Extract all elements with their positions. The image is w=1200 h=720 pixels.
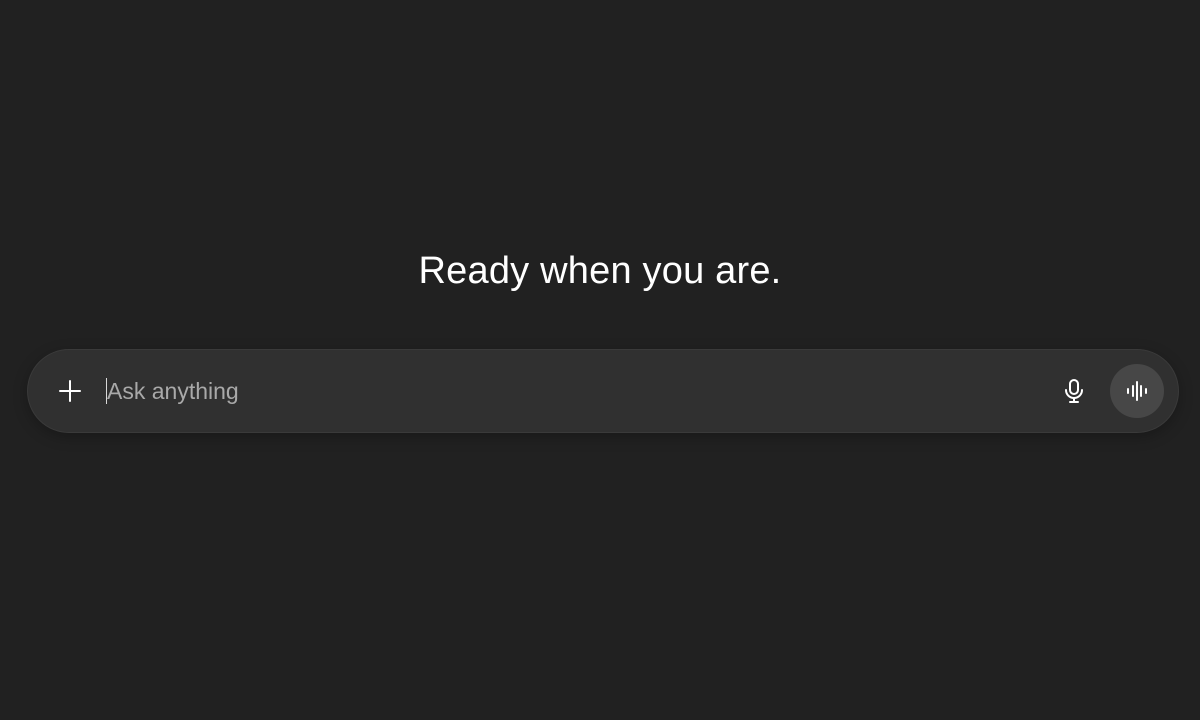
add-attachment-button[interactable] <box>50 371 90 411</box>
microphone-icon <box>1062 378 1086 404</box>
prompt-input[interactable] <box>107 371 1027 411</box>
dictate-button[interactable] <box>1054 371 1094 411</box>
page-title: Ready when you are. <box>418 250 782 292</box>
voice-mode-button[interactable] <box>1110 364 1164 418</box>
composer <box>27 349 1179 433</box>
chat-page: Ready when you are. <box>0 0 1200 720</box>
plus-icon <box>58 379 82 403</box>
voice-waveform-icon <box>1125 379 1149 403</box>
